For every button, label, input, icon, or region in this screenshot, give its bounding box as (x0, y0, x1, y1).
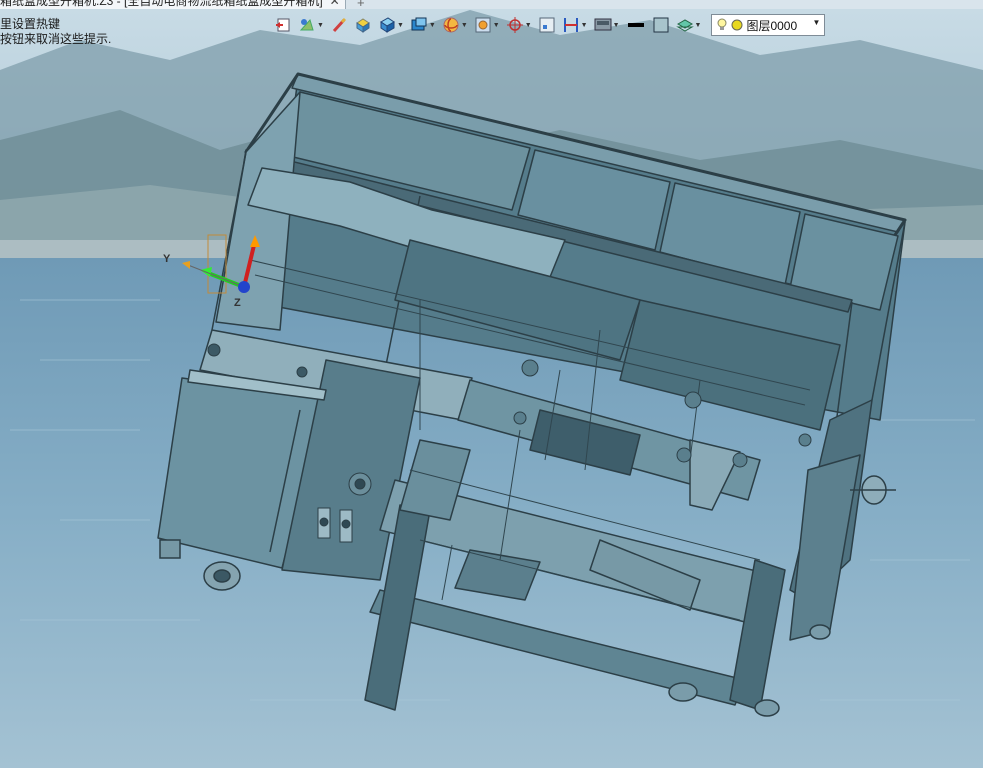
sketch-icon (299, 19, 314, 31)
solid-view-icon (411, 17, 427, 31)
view-toolbar: ▼ ▼ ▼ ▼ ▼ ▼ ▼ ▼ ▼ 图层0000 ▼ (272, 13, 826, 37)
layer-name: 图层0000 (746, 18, 798, 33)
layer-color-icon (731, 19, 743, 31)
dropdown-arrow-icon[interactable]: ▼ (397, 22, 404, 29)
cube-icon (379, 17, 395, 33)
dimension-icon (563, 18, 578, 32)
dimension-button[interactable]: ▼ (560, 14, 590, 36)
chevron-down-icon[interactable]: ▼ (813, 18, 821, 27)
dropdown-arrow-icon[interactable]: ▼ (317, 22, 324, 29)
layers-button[interactable]: ▼ (674, 14, 704, 36)
fill-color-button[interactable] (650, 14, 672, 36)
monitor-button[interactable]: ▼ (592, 14, 622, 36)
tab-bar: 箱纸盒成型开箱机.Z3 - [全自动电商物流纸箱纸盒成型开箱机] ✕ + (0, 0, 983, 9)
coordinate-triad: Y Z (160, 225, 270, 315)
view-exit-button[interactable] (272, 14, 294, 36)
dropdown-arrow-icon[interactable]: ▼ (613, 22, 620, 29)
pencil-button[interactable] (328, 14, 350, 36)
line-color-icon (627, 23, 644, 27)
document-tab[interactable]: 箱纸盒成型开箱机.Z3 - [全自动电商物流纸箱纸盒成型开箱机] ✕ (0, 0, 346, 9)
triad-z-label: Z (234, 297, 241, 309)
triad-y-label: Y (163, 253, 171, 265)
frame-button[interactable] (536, 14, 558, 36)
layers-icon (675, 19, 694, 32)
box-shaded-button[interactable] (352, 14, 374, 36)
dropdown-arrow-icon[interactable]: ▼ (695, 22, 702, 29)
solid-view-button[interactable]: ▼ (408, 14, 438, 36)
monitor-icon (594, 18, 612, 31)
new-tab-icon[interactable]: + (357, 0, 365, 9)
dropdown-arrow-icon[interactable]: ▼ (493, 22, 500, 29)
frame-icon (539, 17, 555, 33)
hint-line-1: 里设置热键 (0, 17, 61, 31)
layer-select[interactable]: 图层0000 ▼ (711, 14, 826, 36)
dropdown-arrow-icon[interactable]: ▼ (581, 22, 588, 29)
orbit-button[interactable]: ▼ (440, 14, 470, 36)
box-shaded-icon (356, 18, 370, 33)
hint-line-2: 按钮来取消这些提示. (0, 32, 112, 46)
sketch-button[interactable]: ▼ (296, 14, 326, 36)
hint-overlay: 里设置热键 按钮来取消这些提示. (0, 17, 111, 47)
line-color-button[interactable] (624, 14, 648, 36)
document-tab-title: 箱纸盒成型开箱机.Z3 - [全自动电商物流纸箱纸盒成型开箱机] (0, 0, 323, 8)
orbit-icon (443, 17, 459, 33)
fill-color-icon (653, 17, 668, 33)
view-exit-icon (276, 18, 290, 32)
pencil-icon (332, 17, 346, 33)
machine-model[interactable] (0, 0, 983, 768)
target-button[interactable]: ▼ (504, 14, 534, 36)
cube-button[interactable]: ▼ (376, 14, 406, 36)
close-icon[interactable]: ✕ (330, 0, 340, 7)
zoom-fit-button[interactable]: ▼ (472, 14, 502, 36)
dropdown-arrow-icon[interactable]: ▼ (461, 22, 468, 29)
dropdown-arrow-icon[interactable]: ▼ (429, 22, 436, 29)
lightbulb-icon (717, 18, 727, 30)
target-icon (506, 17, 523, 33)
dropdown-arrow-icon[interactable]: ▼ (525, 22, 532, 29)
zoom-fit-icon (475, 17, 491, 33)
